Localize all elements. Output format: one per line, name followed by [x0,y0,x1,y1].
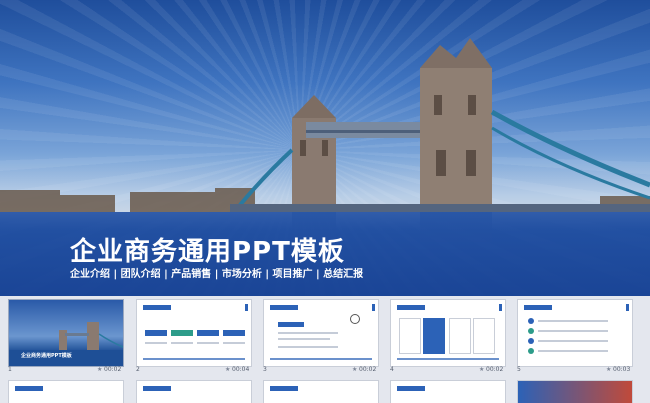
page-subtitle: 企业介绍 | 团队介绍 | 产品销售 | 市场分析 | 项目推广 | 总结汇报 [70,269,364,280]
list-dot [528,348,534,354]
text-line [278,338,330,340]
slide-number: 3 [263,366,267,373]
content-block [278,322,304,327]
content-block [145,330,167,336]
suspension-chain-left [238,148,294,207]
text-line [223,342,245,344]
content-block [223,330,245,336]
slide-thumbnail-3[interactable] [263,299,379,367]
feature-card [449,318,471,354]
slide-number: 4 [390,366,394,373]
star-icon: ★ [606,366,612,373]
page-title: 企业商务通用PPT模板 [70,237,345,267]
list-dot [528,318,534,324]
footer-rule [270,358,372,360]
corner-mark [626,304,629,311]
footer-rule [143,358,245,360]
slide-number: 2 [136,366,140,373]
text-line [538,330,608,332]
slide-header-bar [270,386,298,391]
slide-thumbnail-7[interactable] [136,380,252,403]
star-icon: ★ [97,366,103,373]
slide-thumbnail-9[interactable] [390,380,506,403]
slide-time: 00:02 [486,366,504,373]
text-line [145,342,167,344]
slide-thumbnail-8[interactable] [263,380,379,403]
star-icon: ★ [479,366,485,373]
presentation-preview: 企业商务通用PPT模板 企业介绍 | 团队介绍 | 产品销售 | 市场分析 | … [0,0,650,403]
slide-header-bar [143,386,171,391]
slide-header-bar [524,305,552,310]
slide-header-bar [15,386,43,391]
hero-banner: 企业商务通用PPT模板 企业介绍 | 团队介绍 | 产品销售 | 市场分析 | … [0,0,650,296]
text-line [278,332,338,334]
slide-thumbnail-strip: 企业商务通用PPT模板 1 ★ 00:02 2 ★ 00:04 3 ★ 00:0… [0,296,650,403]
left-tower [292,95,336,212]
slide-thumbnail-1[interactable]: 企业商务通用PPT模板 [8,299,124,367]
list-dot [528,328,534,334]
slide-header-bar [397,305,425,310]
slide-time: 00:03 [613,366,631,373]
slide-header-bar [143,305,171,310]
slide-header-bar [397,386,425,391]
lightbulb-icon [350,314,360,324]
slide-time: 00:02 [359,366,377,373]
list-dot [528,338,534,344]
suspension-chain-right [490,109,650,188]
feature-card [473,318,495,354]
feature-card [399,318,421,354]
slide-1-title: 企业商务通用PPT模板 [21,353,72,359]
text-line [171,342,193,344]
slide-thumbnail-6[interactable] [8,380,124,403]
footer-rule [397,358,499,360]
slide-thumbnail-4[interactable] [390,299,506,367]
slide-thumbnail-10[interactable] [517,380,633,403]
content-block [197,330,219,336]
bridge-deck [230,204,650,212]
text-line [538,340,608,342]
star-icon: ★ [352,366,358,373]
slide-header-bar [270,305,298,310]
text-line [197,342,219,344]
star-icon: ★ [225,366,231,373]
slide-number: 5 [517,366,521,373]
corner-mark [372,304,375,311]
feature-card-highlight [423,318,445,354]
slide-time: 00:04 [232,366,250,373]
text-line [538,350,608,352]
text-line [538,320,608,322]
slide-number: 1 [8,366,12,373]
content-block [171,330,193,336]
slide-thumbnail-2[interactable] [136,299,252,367]
corner-mark [245,304,248,311]
slide-thumbnail-5[interactable] [517,299,633,367]
text-line [278,346,338,348]
corner-mark [499,304,502,311]
right-tower [420,38,492,212]
slide-time: 00:02 [104,366,122,373]
